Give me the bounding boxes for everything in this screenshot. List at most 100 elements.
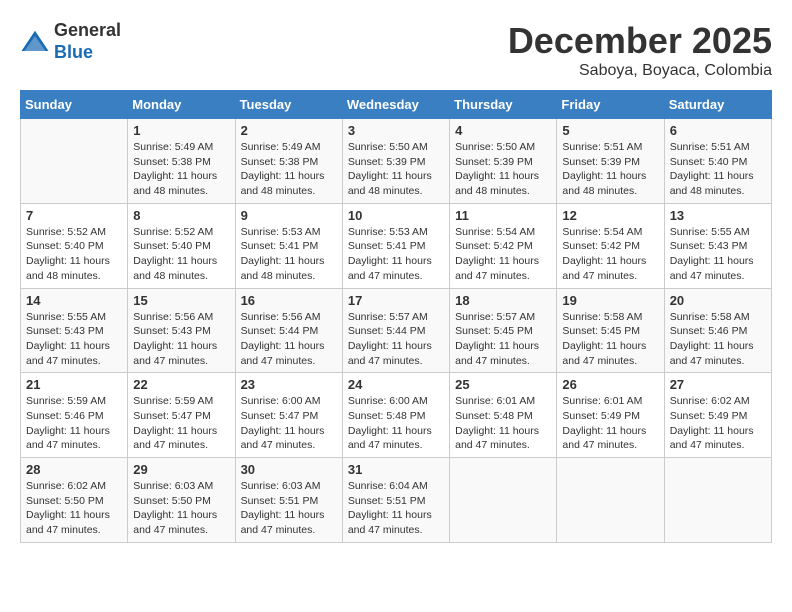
logo-icon: [20, 27, 50, 57]
calendar-cell: 6Sunrise: 5:51 AM Sunset: 5:40 PM Daylig…: [664, 119, 771, 204]
calendar-cell: 9Sunrise: 5:53 AM Sunset: 5:41 PM Daylig…: [235, 203, 342, 288]
calendar-cell: 20 Sunrise: 5:58 AM Sunset: 5:46 PM Dayli…: [664, 288, 771, 373]
week-row-5: 28Sunrise: 6:02 AM Sunset: 5:50 PM Dayli…: [21, 458, 772, 543]
day-number: 25: [455, 377, 551, 392]
logo-general: General: [54, 20, 121, 40]
logo: General Blue: [20, 20, 121, 63]
page-header: General Blue December 2025 Saboya, Boyac…: [20, 20, 772, 80]
weekday-header-saturday: Saturday: [664, 91, 771, 119]
calendar-cell: 30Sunrise: 6:03 AM Sunset: 5:51 PM Dayli…: [235, 458, 342, 543]
day-info: Sunrise: 5:52 AM Sunset: 5:40 PM Dayligh…: [133, 225, 229, 284]
calendar-cell: 8Sunrise: 5:52 AM Sunset: 5:40 PM Daylig…: [128, 203, 235, 288]
day-info: Sunrise: 5:55 AM Sunset: 5:43 PM Dayligh…: [26, 310, 122, 369]
day-number: 4: [455, 123, 551, 138]
day-info: Sunrise: 5:51 AM Sunset: 5:39 PM Dayligh…: [562, 140, 658, 199]
day-info: Sunrise: 5:58 AM Sunset: 5:46 PM Dayligh…: [670, 310, 766, 369]
location-subtitle: Saboya, Boyaca, Colombia: [508, 62, 772, 80]
day-info: Sunrise: 6:00 AM Sunset: 5:47 PM Dayligh…: [241, 394, 337, 453]
day-number: 29: [133, 462, 229, 477]
calendar-cell: 17 Sunrise: 5:57 AM Sunset: 5:44 PM Dayli…: [342, 288, 449, 373]
day-number: 20: [670, 293, 766, 308]
day-number: 17: [348, 293, 444, 308]
calendar-cell: 27 Sunrise: 6:02 AM Sunset: 5:49 PM Dayli…: [664, 373, 771, 458]
day-info: Sunrise: 6:00 AM Sunset: 5:48 PM Dayligh…: [348, 394, 444, 453]
day-info: Sunrise: 5:52 AM Sunset: 5:40 PM Dayligh…: [26, 225, 122, 284]
day-info: Sunrise: 5:54 AM Sunset: 5:42 PM Dayligh…: [562, 225, 658, 284]
weekday-header-thursday: Thursday: [450, 91, 557, 119]
weekday-header-monday: Monday: [128, 91, 235, 119]
week-row-2: 7 Sunrise: 5:52 AM Sunset: 5:40 PM Daylig…: [21, 203, 772, 288]
day-info: Sunrise: 5:56 AM Sunset: 5:44 PM Dayligh…: [241, 310, 337, 369]
day-number: 31: [348, 462, 444, 477]
logo-text: General Blue: [54, 20, 121, 63]
day-number: 1: [133, 123, 229, 138]
day-number: 7: [26, 208, 122, 223]
day-number: 13: [670, 208, 766, 223]
weekday-header-friday: Friday: [557, 91, 664, 119]
calendar-cell: 19 Sunrise: 5:58 AM Sunset: 5:45 PM Dayli…: [557, 288, 664, 373]
day-info: Sunrise: 6:04 AM Sunset: 5:51 PM Dayligh…: [348, 479, 444, 538]
day-info: Sunrise: 6:01 AM Sunset: 5:48 PM Dayligh…: [455, 394, 551, 453]
calendar-cell: 13 Sunrise: 5:55 AM Sunset: 5:43 PM Dayli…: [664, 203, 771, 288]
calendar-cell: 2 Sunrise: 5:49 AM Sunset: 5:38 PM Daylig…: [235, 119, 342, 204]
title-block: December 2025 Saboya, Boyaca, Colombia: [508, 20, 772, 80]
day-number: 15: [133, 293, 229, 308]
day-number: 26: [562, 377, 658, 392]
calendar-cell: [557, 458, 664, 543]
week-row-3: 14 Sunrise: 5:55 AM Sunset: 5:43 PM Dayli…: [21, 288, 772, 373]
calendar-cell: 4 Sunrise: 5:50 AM Sunset: 5:39 PM Daylig…: [450, 119, 557, 204]
calendar-cell: [450, 458, 557, 543]
day-number: 23: [241, 377, 337, 392]
calendar-cell: 24 Sunrise: 6:00 AM Sunset: 5:48 PM Dayli…: [342, 373, 449, 458]
calendar-cell: 5 Sunrise: 5:51 AM Sunset: 5:39 PM Daylig…: [557, 119, 664, 204]
calendar-cell: 16 Sunrise: 5:56 AM Sunset: 5:44 PM Dayli…: [235, 288, 342, 373]
day-info: Sunrise: 5:49 AM Sunset: 5:38 PM Dayligh…: [133, 140, 229, 199]
calendar-cell: 3 Sunrise: 5:50 AM Sunset: 5:39 PM Daylig…: [342, 119, 449, 204]
calendar-cell: 14 Sunrise: 5:55 AM Sunset: 5:43 PM Dayli…: [21, 288, 128, 373]
calendar-cell: 23 Sunrise: 6:00 AM Sunset: 5:47 PM Dayli…: [235, 373, 342, 458]
day-info: Sunrise: 5:58 AM Sunset: 5:45 PM Dayligh…: [562, 310, 658, 369]
weekday-header-wednesday: Wednesday: [342, 91, 449, 119]
day-info: Sunrise: 5:57 AM Sunset: 5:44 PM Dayligh…: [348, 310, 444, 369]
calendar-cell: 1 Sunrise: 5:49 AM Sunset: 5:38 PM Daylig…: [128, 119, 235, 204]
day-number: 10: [348, 208, 444, 223]
day-number: 30: [241, 462, 337, 477]
day-info: Sunrise: 6:02 AM Sunset: 5:49 PM Dayligh…: [670, 394, 766, 453]
day-info: Sunrise: 5:59 AM Sunset: 5:47 PM Dayligh…: [133, 394, 229, 453]
day-number: 27: [670, 377, 766, 392]
day-number: 9: [241, 208, 337, 223]
calendar-cell: 7 Sunrise: 5:52 AM Sunset: 5:40 PM Daylig…: [21, 203, 128, 288]
day-info: Sunrise: 5:50 AM Sunset: 5:39 PM Dayligh…: [455, 140, 551, 199]
week-row-4: 21Sunrise: 5:59 AM Sunset: 5:46 PM Dayli…: [21, 373, 772, 458]
day-info: Sunrise: 5:57 AM Sunset: 5:45 PM Dayligh…: [455, 310, 551, 369]
day-number: 5: [562, 123, 658, 138]
day-number: 2: [241, 123, 337, 138]
day-number: 18: [455, 293, 551, 308]
day-info: Sunrise: 5:56 AM Sunset: 5:43 PM Dayligh…: [133, 310, 229, 369]
day-info: Sunrise: 5:54 AM Sunset: 5:42 PM Dayligh…: [455, 225, 551, 284]
calendar-cell: 22Sunrise: 5:59 AM Sunset: 5:47 PM Dayli…: [128, 373, 235, 458]
calendar-cell: 12 Sunrise: 5:54 AM Sunset: 5:42 PM Dayli…: [557, 203, 664, 288]
day-number: 14: [26, 293, 122, 308]
day-info: Sunrise: 5:59 AM Sunset: 5:46 PM Dayligh…: [26, 394, 122, 453]
weekday-header-row: SundayMondayTuesdayWednesdayThursdayFrid…: [21, 91, 772, 119]
day-info: Sunrise: 5:50 AM Sunset: 5:39 PM Dayligh…: [348, 140, 444, 199]
day-info: Sunrise: 5:49 AM Sunset: 5:38 PM Dayligh…: [241, 140, 337, 199]
day-info: Sunrise: 6:03 AM Sunset: 5:50 PM Dayligh…: [133, 479, 229, 538]
day-number: 6: [670, 123, 766, 138]
day-number: 3: [348, 123, 444, 138]
calendar-cell: 11 Sunrise: 5:54 AM Sunset: 5:42 PM Dayli…: [450, 203, 557, 288]
calendar-cell: 15 Sunrise: 5:56 AM Sunset: 5:43 PM Dayli…: [128, 288, 235, 373]
day-number: 24: [348, 377, 444, 392]
day-number: 12: [562, 208, 658, 223]
month-title: December 2025: [508, 20, 772, 62]
calendar-cell: 18 Sunrise: 5:57 AM Sunset: 5:45 PM Dayli…: [450, 288, 557, 373]
calendar-cell: 10Sunrise: 5:53 AM Sunset: 5:41 PM Dayli…: [342, 203, 449, 288]
day-info: Sunrise: 5:55 AM Sunset: 5:43 PM Dayligh…: [670, 225, 766, 284]
day-number: 19: [562, 293, 658, 308]
week-row-1: 1 Sunrise: 5:49 AM Sunset: 5:38 PM Daylig…: [21, 119, 772, 204]
weekday-header-sunday: Sunday: [21, 91, 128, 119]
day-number: 16: [241, 293, 337, 308]
day-number: 11: [455, 208, 551, 223]
calendar-cell: 29 Sunrise: 6:03 AM Sunset: 5:50 PM Dayli…: [128, 458, 235, 543]
